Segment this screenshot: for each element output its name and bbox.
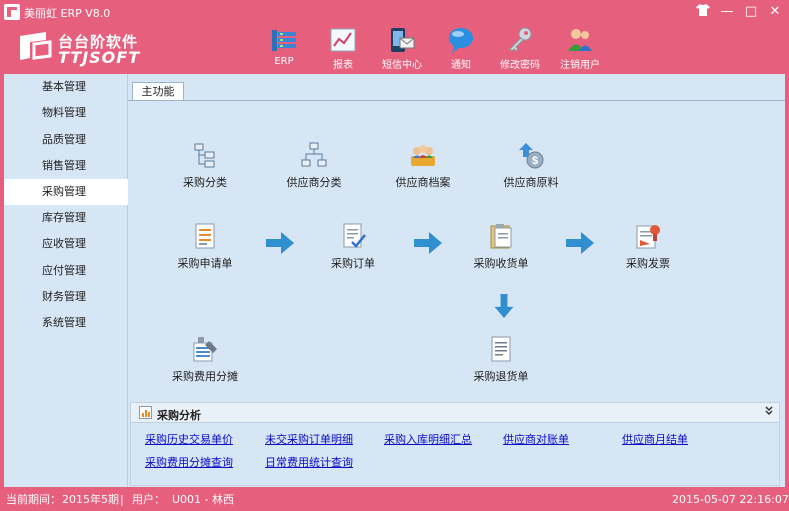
- sidebar-item-quality[interactable]: 品质管理: [4, 127, 128, 153]
- order-check-icon: [343, 223, 366, 248]
- tab-main-functions[interactable]: 主功能: [132, 82, 184, 101]
- link-daily-expense-query[interactable]: 日常费用统计查询: [265, 454, 353, 470]
- function-label: 采购收货单: [473, 257, 529, 270]
- title-bar: 美丽虹 ERP V8.0 — □ ✕: [0, 0, 789, 24]
- return-document-icon: [491, 336, 511, 362]
- status-period-value: 2015年5期: [62, 493, 119, 506]
- sidebar-item-basic[interactable]: 基本管理: [4, 74, 128, 100]
- app-logo-icon: [4, 4, 20, 20]
- function-label: 采购申请单: [177, 257, 233, 270]
- users-logout-icon: [568, 29, 592, 51]
- status-datetime: 2015-05-07 22:16:07: [672, 493, 789, 506]
- analysis-title: 采购分析: [157, 409, 201, 422]
- purchase-receipt-button[interactable]: 采购收货单: [456, 222, 546, 271]
- function-label: 供应商档案: [395, 176, 451, 189]
- link-supplier-statement[interactable]: 供应商对账单: [503, 431, 569, 447]
- flow-arrow-right-icon: [414, 232, 442, 254]
- main-panel: 主功能 采购分类 供应商分类 供应商档案 $ 供应商原料 采购申请单 采购订单 …: [128, 74, 785, 487]
- sidebar-item-finance[interactable]: 财务管理: [4, 284, 128, 310]
- function-label: 采购费用分摊: [172, 370, 238, 383]
- link-supplier-monthly-statement[interactable]: 供应商月结单: [622, 431, 688, 447]
- toolbar-change-password-button[interactable]: 修改密码: [488, 26, 552, 72]
- collapse-chevron-icon[interactable]: [765, 406, 773, 419]
- sidebar-item-sales[interactable]: 销售管理: [4, 153, 128, 179]
- close-button[interactable]: ✕: [766, 4, 784, 20]
- toolbar-notify-button[interactable]: 通知: [429, 26, 493, 72]
- purchase-order-button[interactable]: 采购订单: [308, 222, 398, 271]
- toolbar-label: 短信中心: [382, 60, 422, 71]
- clipboard-icon: [490, 224, 512, 249]
- shirt-icon[interactable]: [694, 4, 712, 20]
- erp-database-icon: [272, 30, 296, 51]
- notification-bubble-icon: [449, 28, 473, 53]
- supplier-material-button[interactable]: $ 供应商原料: [486, 141, 576, 190]
- toolbar-label: 注销用户: [560, 60, 600, 71]
- status-user-value: U001 - 林西: [172, 493, 235, 506]
- function-area: 采购分类 供应商分类 供应商档案 $ 供应商原料 采购申请单 采购订单 采购收货…: [128, 100, 785, 487]
- status-bar: 当前期间： 2015年5期 | 用户： U001 - 林西 2015-05-07…: [0, 489, 789, 511]
- toolbar-label: 修改密码: [500, 60, 540, 71]
- cost-allocation-icon: [193, 337, 217, 362]
- function-label: 供应商原料: [503, 176, 559, 189]
- flow-arrow-right-icon: [566, 232, 594, 254]
- function-label: 采购订单: [331, 257, 375, 270]
- status-separator: |: [120, 493, 124, 506]
- header: 台台阶软件 TTJSOFT ERP 报表 短信中心 通知 修改密码 注销用户: [0, 24, 789, 74]
- sidebar-item-receivable[interactable]: 应收管理: [4, 231, 128, 257]
- link-purchase-history-price[interactable]: 采购历史交易单价: [145, 431, 233, 447]
- toolbar-label: 报表: [333, 60, 353, 71]
- brand-name-en: TTJSOFT: [58, 48, 141, 67]
- svg-text:$: $: [532, 155, 538, 167]
- function-label: 采购分类: [183, 176, 227, 189]
- supplier-category-button[interactable]: 供应商分类: [269, 141, 359, 190]
- brand-logo-icon: [20, 32, 52, 60]
- window-title: 美丽虹 ERP V8.0: [24, 7, 111, 20]
- request-document-icon: [195, 223, 215, 249]
- purchase-analysis-panel: 采购分析 采购历史交易单价 未交采购订单明细 采购入库明细汇总 供应商对账单 供…: [130, 402, 780, 486]
- upload-money-icon: $: [519, 143, 544, 169]
- key-icon: [509, 27, 532, 52]
- supplier-group-icon: [411, 145, 435, 166]
- link-inbound-detail-summary[interactable]: 采购入库明细汇总: [384, 431, 472, 447]
- toolbar-label: 通知: [451, 60, 471, 71]
- org-chart-icon: [301, 142, 327, 167]
- tree-structure-icon: [194, 143, 215, 168]
- sidebar: 基本管理 物料管理 品质管理 销售管理 采购管理 库存管理 应收管理 应付管理 …: [4, 74, 128, 487]
- sidebar-item-material[interactable]: 物料管理: [4, 100, 128, 126]
- supplier-archive-button[interactable]: 供应商档案: [378, 141, 468, 190]
- maximize-button[interactable]: □: [742, 4, 760, 20]
- analysis-report-icon: [139, 406, 152, 419]
- sidebar-item-inventory[interactable]: 库存管理: [4, 205, 128, 231]
- purchase-cost-allocation-button[interactable]: 采购费用分摊: [160, 335, 250, 384]
- function-label: 采购退货单: [473, 370, 529, 383]
- status-user-label: 用户：: [132, 493, 165, 506]
- link-cost-allocation-query[interactable]: 采购费用分摊查询: [145, 454, 233, 470]
- toolbar-logout-button[interactable]: 注销用户: [548, 26, 612, 72]
- toolbar-erp-button[interactable]: ERP: [252, 26, 316, 72]
- status-period-label: 当前期间：: [6, 493, 61, 506]
- sidebar-item-system[interactable]: 系统管理: [4, 310, 128, 336]
- flow-arrow-right-icon: [266, 232, 294, 254]
- sms-center-icon: [391, 28, 415, 52]
- function-label: 供应商分类: [286, 176, 342, 189]
- purchase-return-button[interactable]: 采购退货单: [456, 335, 546, 384]
- flow-arrow-down-icon: [494, 294, 514, 318]
- minimize-button[interactable]: —: [718, 4, 736, 20]
- link-undelivered-order-detail[interactable]: 未交采购订单明细: [265, 431, 353, 447]
- toolbar-sms-button[interactable]: 短信中心: [370, 26, 434, 72]
- sidebar-item-payable[interactable]: 应付管理: [4, 258, 128, 284]
- toolbar-report-button[interactable]: 报表: [311, 26, 375, 72]
- function-label: 采购发票: [626, 257, 670, 270]
- purchase-invoice-button[interactable]: 采购发票: [603, 222, 693, 271]
- invoice-stamp-icon: [636, 225, 660, 249]
- report-chart-icon: [330, 28, 356, 52]
- sidebar-item-purchase[interactable]: 采购管理: [4, 179, 128, 205]
- purchase-request-button[interactable]: 采购申请单: [160, 222, 250, 271]
- toolbar-label: ERP: [274, 56, 294, 67]
- purchase-category-button[interactable]: 采购分类: [160, 141, 250, 190]
- analysis-header[interactable]: 采购分析: [131, 403, 779, 423]
